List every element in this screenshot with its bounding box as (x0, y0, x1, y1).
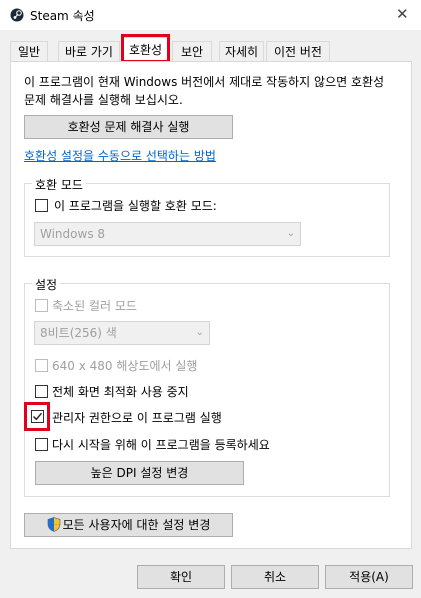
settings-label: 설정 (32, 276, 61, 293)
reduced-color-label: 축소된 컬러 모드 (52, 299, 137, 313)
apply-button[interactable]: 적용(A) (325, 565, 413, 589)
res-640-checkbox[interactable] (35, 359, 48, 372)
compat-description: 이 프로그램이 현재 Windows 버전에서 제대로 작동하지 않으면 호환성… (24, 75, 385, 107)
close-icon[interactable]: ✕ (396, 5, 409, 23)
compat-mode-checkbox[interactable] (35, 199, 48, 212)
disable-fullscreen-checkbox[interactable] (35, 385, 48, 398)
disable-fullscreen-label: 전체 화면 최적화 사용 중지 (52, 385, 189, 399)
ok-button[interactable]: 확인 (137, 565, 225, 589)
tab-details[interactable]: 자세히 (219, 41, 264, 61)
manual-settings-link[interactable]: 호환성 설정을 수동으로 선택하는 방법 (24, 147, 216, 164)
cancel-button[interactable]: 취소 (231, 565, 319, 589)
tab-security[interactable]: 보안 (172, 41, 212, 61)
tab-shortcut[interactable]: 바로 가기 (58, 41, 120, 61)
register-restart-label: 다시 시작을 위해 이 프로그램을 등록하세요 (52, 438, 270, 452)
os-select[interactable]: Windows 8 ⌄ (34, 222, 301, 246)
steam-icon (10, 8, 24, 22)
compat-mode-checkbox-label: 이 프로그램을 실행할 호환 모드: (54, 199, 217, 213)
tab-previous-versions[interactable]: 이전 버전 (266, 41, 330, 61)
tab-highlight-box (121, 34, 170, 63)
high-dpi-button[interactable]: 높은 DPI 설정 변경 (35, 461, 244, 485)
chevron-down-icon: ⌄ (195, 327, 204, 338)
admin-checkbox-highlight (24, 402, 50, 431)
chevron-down-icon: ⌄ (286, 228, 295, 239)
color-mode-select-value: 8비트(256) 색 (40, 326, 117, 340)
all-users-settings-button[interactable]: 모든 사용자에 대한 설정 변경 (24, 513, 233, 537)
uac-shield-icon (47, 517, 60, 532)
window-title: Steam 속성 (30, 9, 95, 23)
res-640-label: 640 x 480 해상도에서 실행 (52, 359, 198, 373)
color-mode-select[interactable]: 8비트(256) 색 ⌄ (34, 321, 210, 345)
os-select-value: Windows 8 (40, 227, 106, 241)
run-as-admin-label: 관리자 권한으로 이 프로그램 실행 (52, 411, 222, 425)
all-users-button-label: 모든 사용자에 대한 설정 변경 (62, 518, 211, 532)
reduced-color-checkbox[interactable] (35, 299, 48, 312)
register-restart-checkbox[interactable] (35, 438, 48, 451)
compat-mode-label: 호환 모드 (32, 176, 86, 193)
tab-general[interactable]: 일반 (10, 41, 48, 61)
run-troubleshooter-button[interactable]: 호환성 문제 해결사 실행 (24, 115, 233, 139)
